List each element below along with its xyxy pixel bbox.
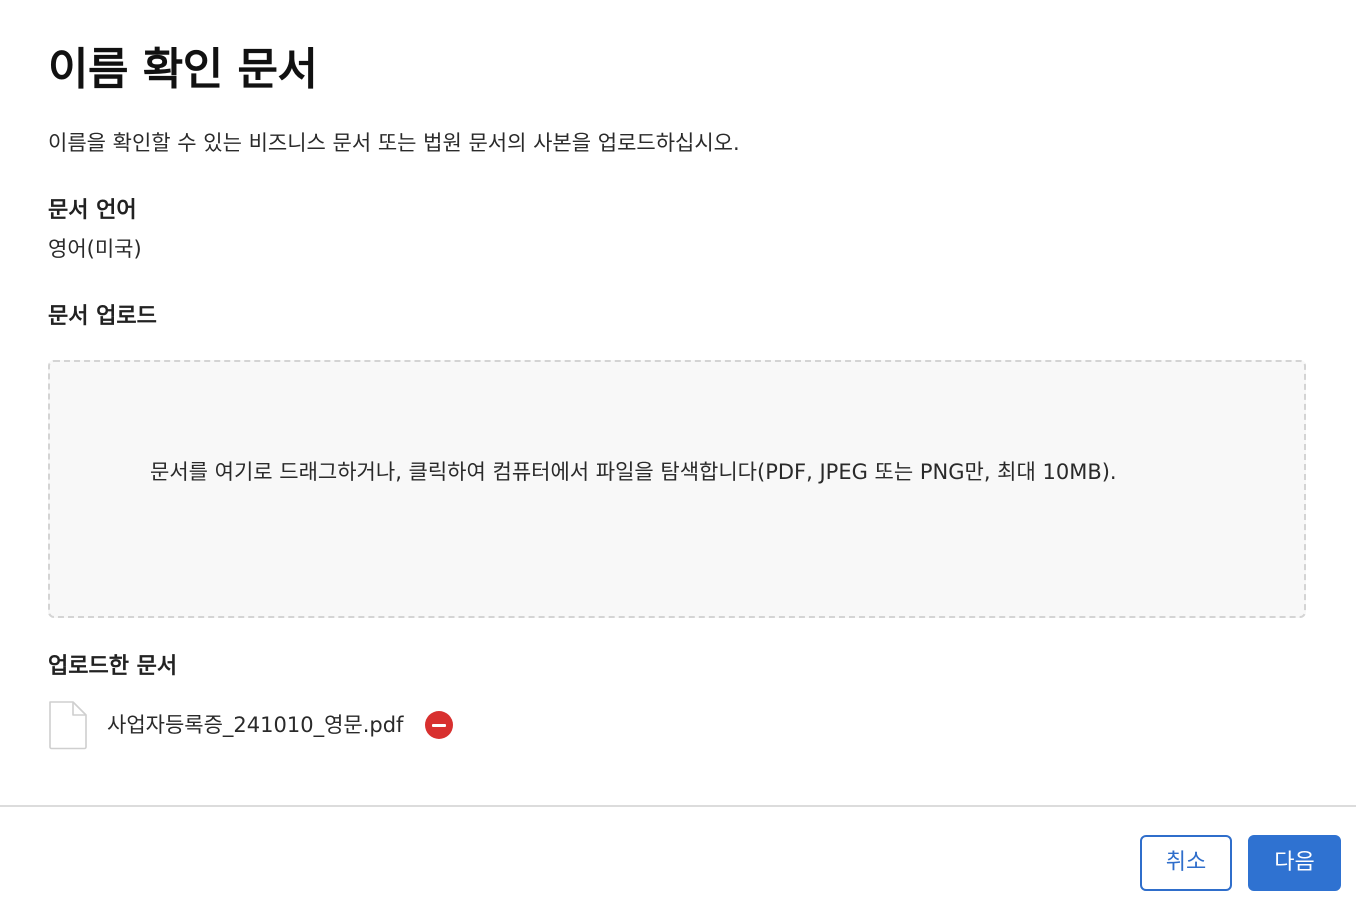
page-title: 이름 확인 문서	[48, 44, 318, 95]
document-icon	[48, 700, 88, 750]
name-verification-dialog: 이름 확인 문서 이름을 확인할 수 있는 비즈니스 문서 또는 법원 문서의 …	[0, 0, 1356, 904]
upload-section-label: 문서 업로드	[48, 304, 157, 329]
file-dropzone[interactable]: 문서를 여기로 드래그하거나, 클릭하여 컴퓨터에서 파일을 탐색합니다(PDF…	[48, 360, 1306, 618]
footer-divider	[0, 805, 1356, 807]
remove-icon	[432, 723, 447, 727]
page-description: 이름을 확인할 수 있는 비즈니스 문서 또는 법원 문서의 사본을 업로드하십…	[48, 131, 740, 155]
document-language-label: 문서 언어	[48, 198, 137, 223]
uploaded-documents-label: 업로드한 문서	[48, 654, 178, 679]
dropzone-instructions: 문서를 여기로 드래그하거나, 클릭하여 컴퓨터에서 파일을 탐색합니다(PDF…	[150, 460, 1117, 484]
document-language-value: 영어(미국)	[48, 237, 142, 261]
cancel-button[interactable]: 취소	[1140, 835, 1232, 891]
remove-file-button[interactable]	[425, 711, 454, 739]
uploaded-file-name: 사업자등록증_241010_영문.pdf	[107, 713, 404, 737]
next-button[interactable]: 다음	[1248, 835, 1341, 891]
uploaded-file-item: 사업자등록증_241010_영문.pdf	[48, 700, 454, 750]
